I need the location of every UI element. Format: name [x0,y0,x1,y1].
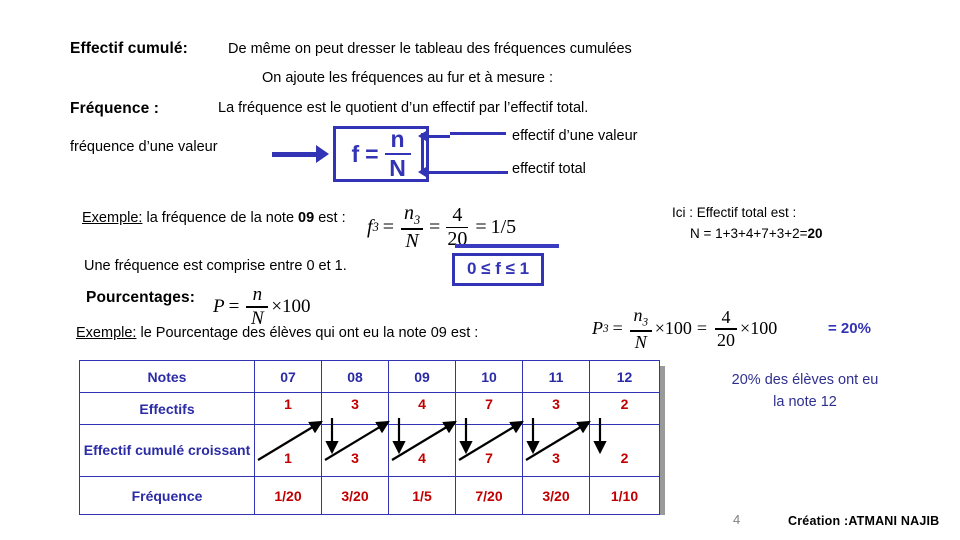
effectif-total-note-line2: N = 1+3+4+7+3+2=20 [690,226,823,241]
exemple-pourcentage-line: Exemple: le Pourcentage des élèves qui o… [76,325,478,341]
formula-denominator: N [389,155,406,182]
exemple-pourcentage-est: est : [450,325,479,341]
pourcentage-num: n [252,284,263,305]
effectif-total-value: 20 [807,226,823,241]
formula-P3-4-over-20: 4 20 [715,307,738,350]
slide-canvas: Effectif cumulé: De même on peut dresser… [0,0,960,540]
formula-P3-lhs: P [592,318,603,339]
effectif-dune-valeur-label: effectif d’une valeur [512,128,638,144]
formula-n3-sub: 3 [413,213,421,227]
pourcentages-label: Pourcentages: [86,289,195,306]
arrow-to-formula-icon [272,145,329,163]
ajoute-frequences-text: On ajoute les fréquences au fur et à mes… [262,70,553,86]
formula-P3-20: 20 [717,329,736,350]
table-cumulative-arrows-icon [257,418,607,461]
formula-f3-subscript: 3 [372,219,379,234]
formula-P3-eq-1: = [612,318,623,339]
formula-n3-n: n [403,202,414,224]
pourcentage-eq: = [228,295,240,317]
pourcentage-formula: P = n N ×100 [213,285,311,328]
exemple-frequence-note: 09 [298,210,315,226]
formula-eq-1: = [382,215,395,238]
formula-blue-underline [455,244,559,248]
side-note-line1: 20% des élèves ont eu [731,372,879,388]
exemple-pourcentage-note: 09 [430,325,447,341]
exemple-frequence-prefix: Exemple: [82,210,143,226]
frequence-dune-valeur-label: fréquence d’une valeur [70,139,218,155]
pourcentage-P: P [213,295,225,317]
effectif-total-label: effectif total [512,161,586,177]
formula-fraction: n N [384,125,411,182]
formula-n3-numerator: n3 [404,203,420,227]
exemple-pourcentage-text-b: des élèves qui ont eu la note [242,325,427,341]
frequence-range-text: Une fréquence est comprise entre 0 et 1. [84,258,347,274]
pourcentage-fraction: n N [246,284,269,328]
formula-P3-num: n3 [633,306,648,329]
effectif-cumule-text: De même on peut dresser le tableau des f… [228,41,632,57]
exemple-frequence-line: Exemple: la fréquence de la note 09 est … [82,210,346,226]
formula-equals-symbol: = [365,140,379,167]
formula-eq-3: = [475,215,487,238]
pourcentage-example-formula: P3 = n3 N ×100 = 4 20 ×100 [592,306,777,352]
formula-numerator: n [390,125,405,152]
pourcentage-result: = 20% [828,320,871,337]
exemple-frequence-est: est : [318,210,346,226]
formula-P3-times-1: ×100 [654,318,692,339]
leader-line-numerator-extension [450,132,506,135]
formula-n3-over-N: n3 N [401,203,424,252]
formula-P3-n-sub: 3 [642,316,649,329]
formula-P3-4: 4 [721,307,731,328]
leader-line-vertical-icon [421,133,424,171]
frequence-text: La fréquence est le quotient d’un effect… [218,100,589,116]
exemple-pourcentage-prefix: Exemple: [76,325,137,341]
frequence-label: Fréquence : [70,100,159,117]
formula-eq-2: = [429,215,441,238]
exemple-frequence-text: la fréquence de la note [146,210,295,226]
effectif-cumule-label: Effectif cumulé: [70,40,188,57]
page-number: 4 [733,512,741,527]
exemple-pourcentage-text-a: le Pourcentage [140,325,239,341]
credit-text: Création :ATMANI NAJIB [788,514,940,528]
formula-f-symbol: f [351,140,360,167]
frequence-range-box: 0 ≤ f ≤ 1 [452,253,545,286]
formula-4-numerator: 4 [452,203,463,226]
formula-P3-n3-over-N: n3 N [629,306,652,352]
formula-P3-den: N [634,331,647,352]
formula-result-1-5: 1/5 [490,215,517,238]
leader-line-denominator-icon [418,167,508,177]
formula-P3-times-2: ×100 [740,318,778,339]
pourcentage-times-100: ×100 [271,295,311,317]
side-note-line2: la note 12 [773,394,837,410]
formula-P3-eq-2: = [696,318,708,339]
frequency-formula-box: f = n N [333,126,429,182]
formula-P3-subscript: 3 [603,322,609,335]
effectif-total-sum: N = 1+3+4+7+3+2= [690,226,808,241]
formula-n3-denominator: N [405,229,419,252]
effectif-total-note-line1: Ici : Effectif total est : [672,205,797,220]
